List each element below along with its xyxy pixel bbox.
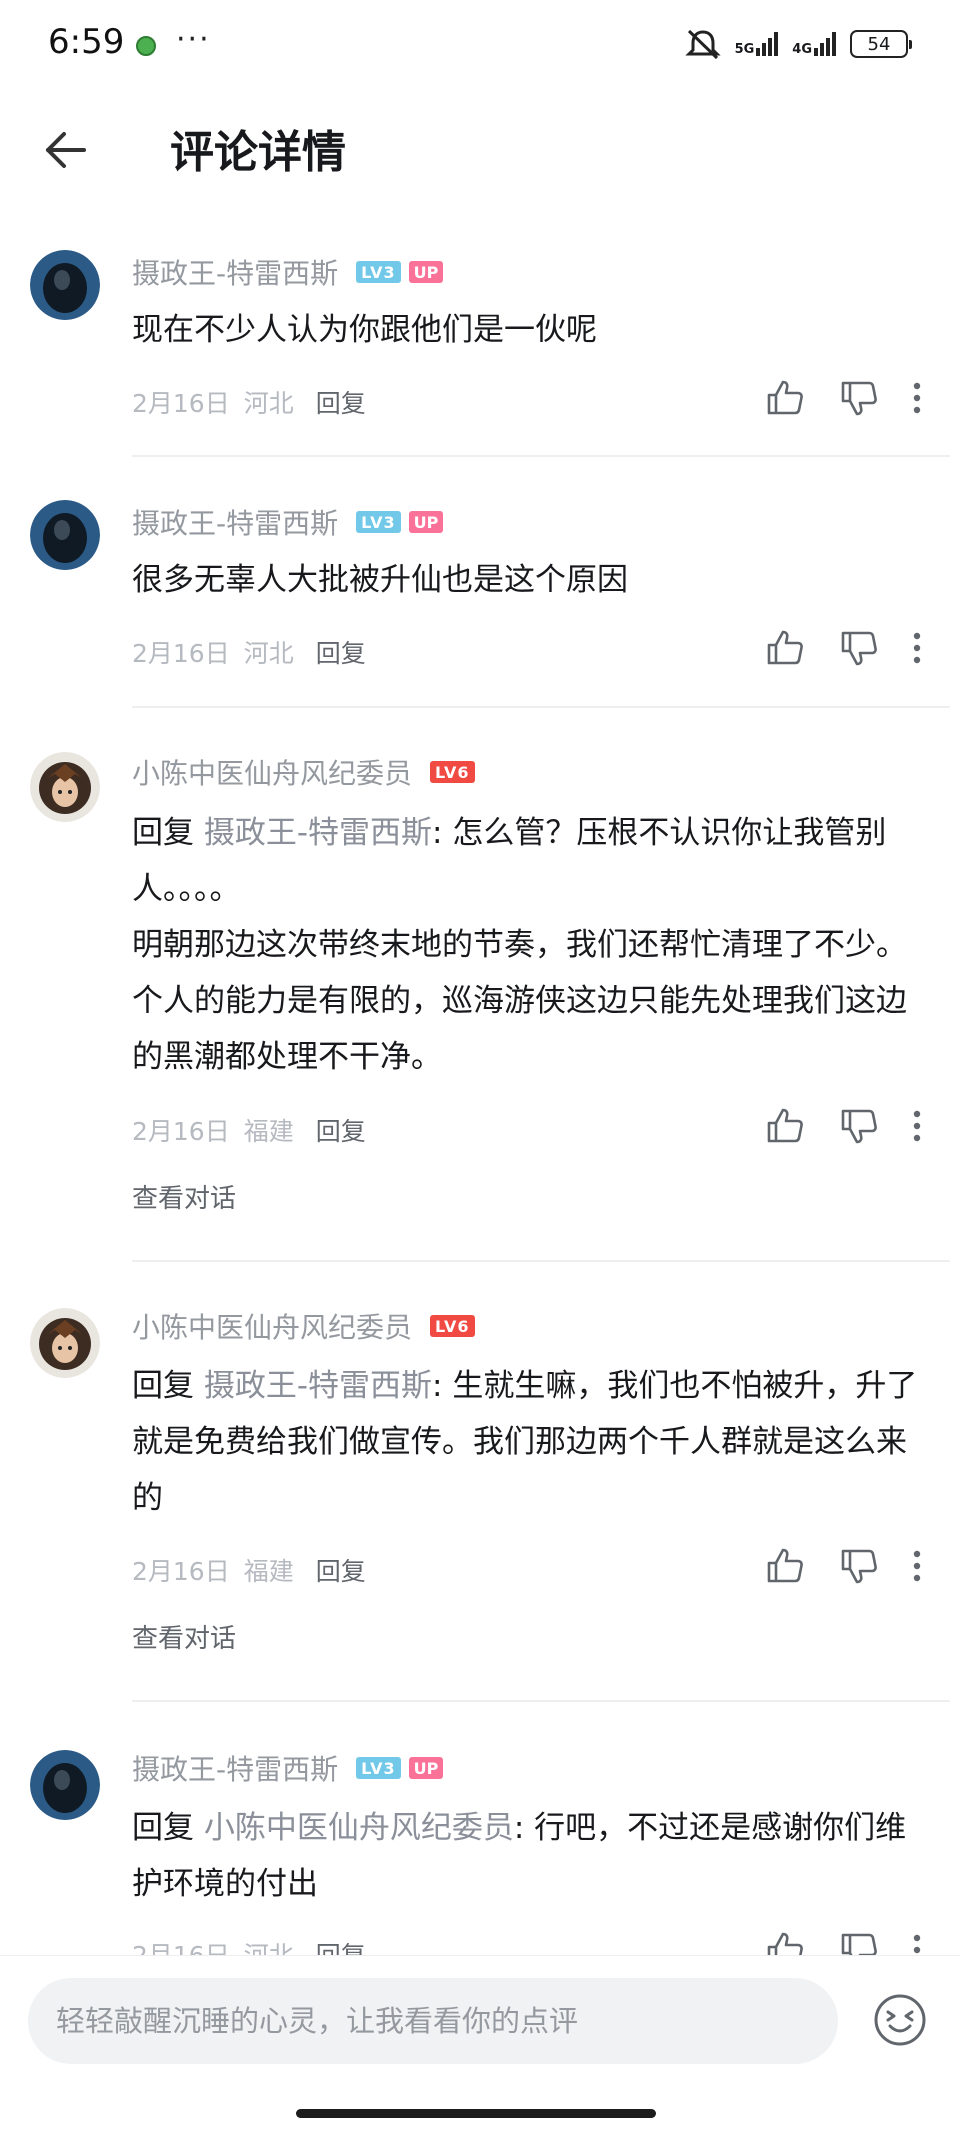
net2-label: 4G: [792, 42, 812, 57]
reply-button[interactable]: 回复: [316, 384, 366, 420]
app-notification-icon: [136, 36, 156, 56]
net1-label: 5G: [734, 42, 755, 57]
mute-icon: [684, 29, 721, 60]
thumbs-down-icon[interactable]: [836, 1103, 882, 1149]
comment-input-bar: [0, 1955, 960, 2135]
comment-actions: [762, 625, 934, 671]
username[interactable]: 摄政王-特雷西斯 LV3 UP: [132, 252, 444, 292]
thumbs-up-icon[interactable]: [762, 1543, 808, 1589]
divider: [132, 1700, 950, 1702]
thumbs-up-icon[interactable]: [762, 1103, 808, 1149]
comment-text: 回复 摄政王-特雷西斯: 怎么管？压根不认识你让我管别人。。。。 明朝那边这次带…: [132, 805, 922, 1085]
up-badge: UP: [408, 261, 444, 283]
comment-meta: 2月16日 福建 回复: [132, 1552, 366, 1588]
reply-button[interactable]: 回复: [316, 1552, 366, 1588]
comment-date: 2月16日: [132, 389, 230, 418]
page-title: 评论详情: [170, 127, 346, 178]
comment-body: 怎么管？压根不认识你让我管别人。。。。 明朝那边这次带终末地的节奏，我们还帮忙清…: [132, 815, 907, 1075]
comment-meta: 2月16日 河北 回复: [132, 384, 366, 420]
comment-actions: [762, 1543, 934, 1589]
comment-meta: 2月16日 福建 回复: [132, 1112, 366, 1148]
reply-separator: :: [432, 815, 453, 851]
reply-target-user[interactable]: 摄政王-特雷西斯: [204, 1368, 432, 1404]
username[interactable]: 小陈中医仙舟风纪委员 LV6: [132, 752, 475, 792]
username[interactable]: 小陈中医仙舟风纪委员 LV6: [132, 1306, 475, 1346]
avatar[interactable]: [30, 1750, 100, 1820]
divider: [132, 1260, 950, 1262]
reply-prefix: 回复: [132, 1810, 204, 1846]
reply-target-user[interactable]: 小陈中医仙舟风纪委员: [204, 1810, 514, 1846]
comment-text: 现在不少人认为你跟他们是一伙呢: [132, 302, 922, 358]
username-text[interactable]: 小陈中医仙舟风纪委员: [132, 1306, 412, 1346]
reply-prefix: 回复: [132, 1368, 204, 1404]
status-indicators: 5G 4G 54: [684, 28, 912, 60]
status-bar: 6:59 ··· 5G 4G 54: [0, 0, 960, 92]
status-more: ···: [176, 22, 211, 57]
more-vertical-icon[interactable]: [900, 375, 934, 421]
more-vertical-icon[interactable]: [900, 625, 934, 671]
comment-text: 回复 摄政王-特雷西斯: 生就生嘛，我们也不怕被升，升了就是免费给我们做宣传。我…: [132, 1358, 922, 1526]
username-text[interactable]: 摄政王-特雷西斯: [132, 1748, 338, 1788]
level-badge: LV6: [430, 761, 475, 783]
comment-actions: [762, 1103, 934, 1149]
thumbs-down-icon[interactable]: [836, 625, 882, 671]
username-text[interactable]: 摄政王-特雷西斯: [132, 502, 338, 542]
username-text[interactable]: 摄政王-特雷西斯: [132, 252, 338, 292]
avatar[interactable]: [30, 1308, 100, 1378]
battery-level: 54: [867, 33, 891, 55]
emoji-icon[interactable]: [872, 1992, 928, 2048]
comment-date: 2月16日: [132, 1117, 230, 1146]
home-indicator: [296, 2109, 656, 2118]
more-vertical-icon[interactable]: [900, 1103, 934, 1149]
comment-location: 福建: [243, 1117, 294, 1146]
arrow-left-icon[interactable]: [38, 122, 94, 178]
signal-4g-icon: 4G: [792, 32, 836, 56]
battery-icon: 54: [850, 30, 912, 58]
reply-separator: :: [513, 1810, 535, 1846]
level-badge: LV6: [430, 1315, 475, 1337]
reply-target-user[interactable]: 摄政王-特雷西斯: [204, 815, 432, 851]
comment-location: 福建: [243, 1557, 294, 1586]
thumbs-up-icon[interactable]: [762, 375, 808, 421]
view-conversation-link[interactable]: 查看对话: [132, 1178, 236, 1215]
thumbs-down-icon[interactable]: [836, 375, 882, 421]
reply-button[interactable]: 回复: [316, 634, 366, 670]
status-time: 6:59: [48, 22, 125, 62]
comment-location: 河北: [243, 389, 294, 418]
view-conversation-link[interactable]: 查看对话: [132, 1618, 236, 1655]
comment-text: 回复 小陈中医仙舟风纪委员: 行吧，不过还是感谢你们维护环境的付出: [132, 1800, 922, 1912]
up-badge: UP: [408, 1757, 444, 1779]
avatar[interactable]: [30, 500, 100, 570]
reply-prefix: 回复: [132, 815, 204, 851]
comment-text: 很多无辜人大批被升仙也是这个原因: [132, 552, 922, 608]
reply-separator: :: [432, 1368, 453, 1404]
username[interactable]: 摄政王-特雷西斯 LV3 UP: [132, 1748, 444, 1788]
header: 评论详情: [0, 92, 960, 202]
more-vertical-icon[interactable]: [900, 1543, 934, 1589]
comment-date: 2月16日: [132, 1557, 230, 1586]
comment-meta: 2月16日 河北 回复: [132, 634, 366, 670]
comment-date: 2月16日: [132, 639, 230, 668]
thumbs-down-icon[interactable]: [836, 1543, 882, 1589]
comment-body: 很多无辜人大批被升仙也是这个原因: [132, 562, 628, 598]
avatar[interactable]: [30, 752, 100, 822]
thumbs-up-icon[interactable]: [762, 625, 808, 671]
level-badge: LV3: [356, 1757, 401, 1779]
comment-body: 现在不少人认为你跟他们是一伙呢: [132, 312, 597, 348]
comment-location: 河北: [243, 639, 294, 668]
comment-input[interactable]: [28, 1978, 838, 2064]
reply-button[interactable]: 回复: [316, 1112, 366, 1148]
level-badge: LV3: [356, 511, 401, 533]
signal-5g-icon: 5G: [735, 32, 779, 56]
username[interactable]: 摄政王-特雷西斯 LV3 UP: [132, 502, 444, 542]
comment-actions: [762, 375, 934, 421]
divider: [132, 706, 950, 708]
username-text[interactable]: 小陈中医仙舟风纪委员: [132, 752, 412, 792]
avatar[interactable]: [30, 250, 100, 320]
up-badge: UP: [408, 511, 444, 533]
level-badge: LV3: [356, 261, 401, 283]
divider: [132, 455, 950, 457]
